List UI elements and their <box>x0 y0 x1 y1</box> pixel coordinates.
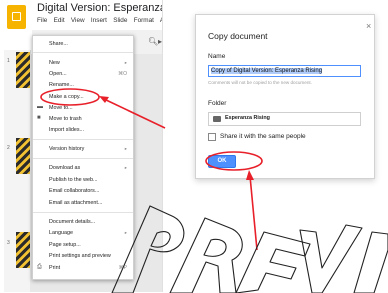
watermark-letter-r <box>169 217 243 293</box>
annotation-arrowhead <box>99 96 109 103</box>
annotation-arrowhead <box>246 170 254 180</box>
annotation-arrow-line <box>249 175 258 251</box>
watermark-letter-v <box>299 224 363 293</box>
make-a-copy-highlight-circle <box>40 88 100 106</box>
watermark-letter-i <box>353 231 388 293</box>
watermark-letters <box>111 205 388 293</box>
annotation-overlay <box>40 88 388 293</box>
annotation-arrow-line <box>103 98 166 129</box>
watermark-letter-p <box>111 205 185 293</box>
ok-highlight-circle <box>205 151 263 171</box>
watermark-letter-e <box>235 231 311 293</box>
